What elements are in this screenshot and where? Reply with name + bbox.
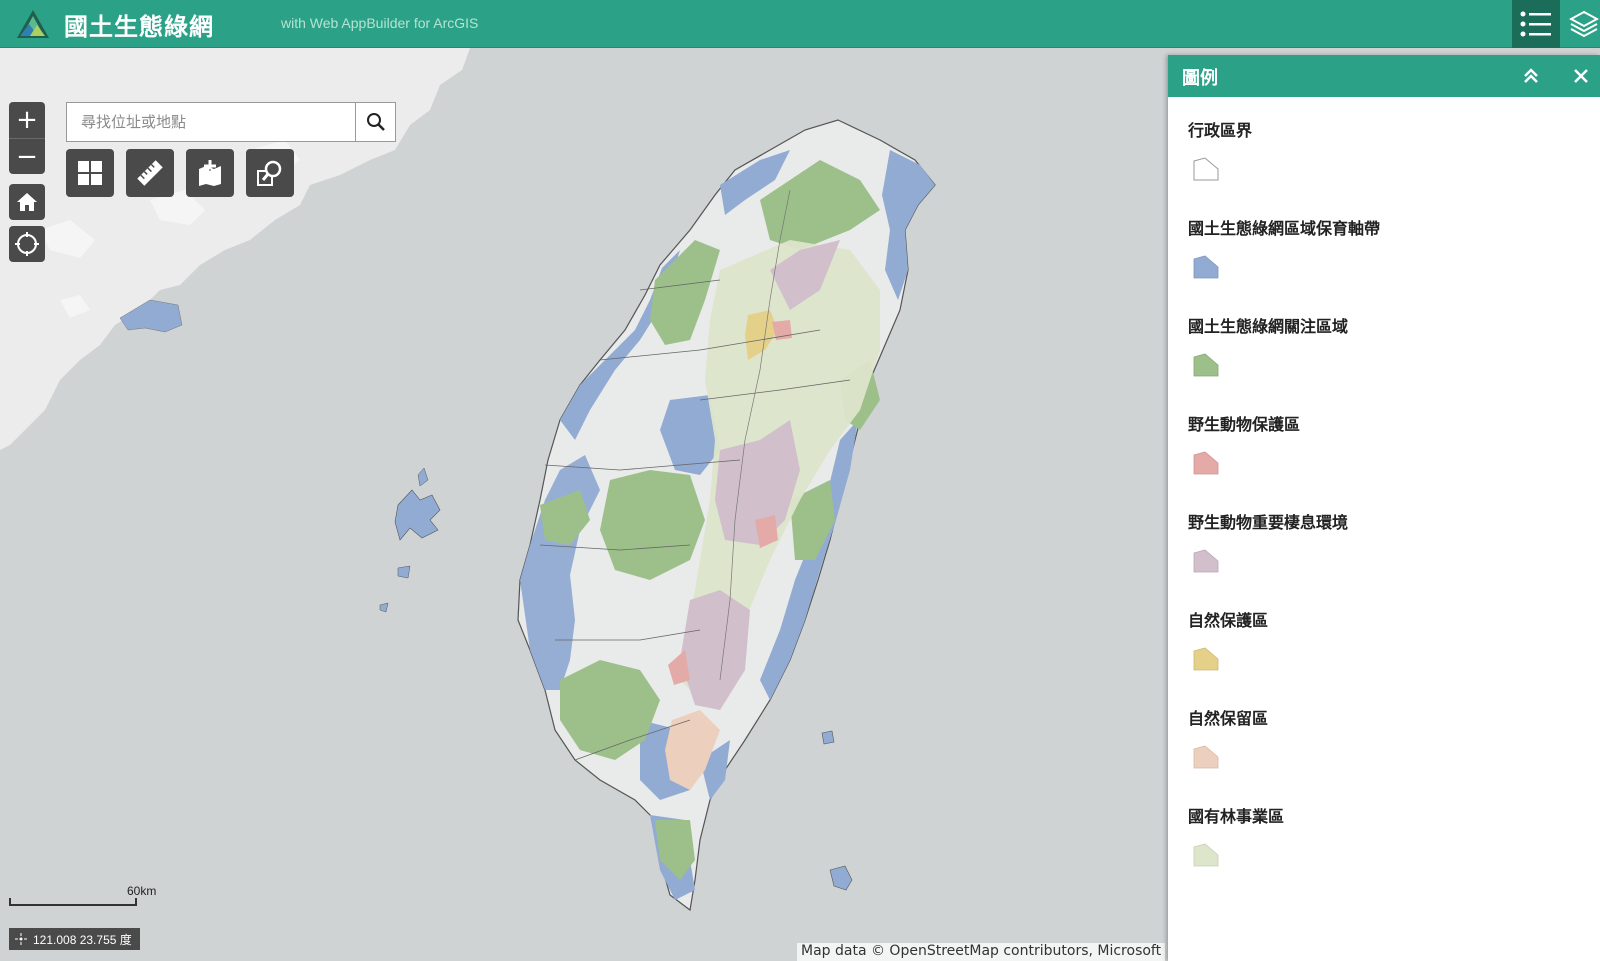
add-data-button[interactable] <box>186 149 234 197</box>
app-subtitle: with Web AppBuilder for ArcGIS <box>281 15 479 31</box>
add-data-icon <box>199 160 221 186</box>
legend-item: 自然保留區 <box>1188 707 1588 805</box>
legend-list: 行政區界 國土生態綠網區域保育軸帶 國土生態綠網關注區域 野生動物保護區 野生動… <box>1188 119 1588 903</box>
legend-item-label: 行政區界 <box>1188 121 1253 140</box>
search-icon <box>366 113 385 131</box>
query-icon <box>257 160 282 186</box>
close-icon[interactable] <box>1572 67 1590 85</box>
app-title: 國土生態綠網 <box>64 13 214 41</box>
legend-swatch <box>1193 353 1219 377</box>
legend-swatch <box>1193 745 1219 769</box>
legend-item: 國土生態綠網區域保育軸帶 <box>1188 217 1588 315</box>
basemap-gallery-icon <box>78 161 102 185</box>
legend-item: 自然保護區 <box>1188 609 1588 707</box>
scale-bar <box>9 898 137 906</box>
zoom-control: + − <box>9 102 45 174</box>
locate-icon <box>15 232 39 256</box>
my-location-button[interactable] <box>9 226 45 262</box>
chevron-up-icon[interactable] <box>1521 67 1541 85</box>
legend-item: 行政區界 <box>1188 119 1588 217</box>
coordinate-text: 121.008 23.755 度 <box>33 933 132 947</box>
query-button[interactable] <box>246 149 294 197</box>
plus-icon: + <box>16 105 38 135</box>
legend-item-label: 國有林事業區 <box>1188 807 1285 826</box>
legend-item: 國有林事業區 <box>1188 805 1588 903</box>
zoom-out-button[interactable]: − <box>9 138 45 174</box>
legend-swatch <box>1193 549 1219 573</box>
legend-swatch <box>1193 157 1219 181</box>
legend-swatch <box>1193 255 1219 279</box>
layer-list-button[interactable] <box>1560 0 1600 48</box>
list-icon <box>1520 11 1551 37</box>
search-widget <box>66 102 396 142</box>
basemap-gallery-button[interactable] <box>66 149 114 197</box>
legend-item-label: 野生動物重要棲息環境 <box>1188 513 1349 532</box>
home-button[interactable] <box>9 184 45 220</box>
legend-swatch <box>1193 647 1219 671</box>
measurement-icon <box>137 160 163 186</box>
legend-item: 野生動物重要棲息環境 <box>1188 511 1588 609</box>
legend-item: 野生動物保護區 <box>1188 413 1588 511</box>
legend-swatch <box>1193 451 1219 475</box>
legend-swatch <box>1193 843 1219 867</box>
legend-item-label: 自然保護區 <box>1188 611 1269 630</box>
legend-item-label: 國土生態綠網區域保育軸帶 <box>1188 219 1381 238</box>
legend-widget-button[interactable] <box>1512 0 1560 48</box>
legend-item-label: 野生動物保護區 <box>1188 415 1301 434</box>
search-input[interactable] <box>67 103 355 141</box>
app-logo-icon <box>17 10 49 38</box>
legend-panel: 圖例 行政區界 國土生態綠網區域保育軸帶 國土生態綠網關注區域 野生動物保護區 … <box>1168 55 1600 961</box>
legend-panel-title: 圖例 <box>1182 68 1218 89</box>
search-button[interactable] <box>355 103 395 141</box>
legend-item-label: 國土生態綠網關注區域 <box>1188 317 1349 336</box>
crosshair-icon <box>15 933 27 945</box>
scale-label: 60km <box>127 884 157 898</box>
measurement-button[interactable] <box>126 149 174 197</box>
minus-icon: − <box>16 141 38 172</box>
legend-item: 國土生態綠網關注區域 <box>1188 315 1588 413</box>
coordinate-display[interactable]: 121.008 23.755 度 <box>9 928 140 950</box>
map-attribution: Map data © OpenStreetMap contributors, M… <box>797 943 1166 961</box>
layers-icon <box>1569 10 1599 38</box>
map-view[interactable]: + − 尋找位址或地點 60km 121.008 23.755 度 Map da… <box>0 48 1170 961</box>
zoom-in-button[interactable]: + <box>9 102 45 138</box>
home-icon <box>17 193 37 211</box>
map-canvas <box>0 48 936 912</box>
legend-item-label: 自然保留區 <box>1188 709 1269 728</box>
app-header: 國土生態綠網 with Web AppBuilder for ArcGIS <box>0 0 1600 48</box>
legend-panel-header: 圖例 <box>1168 55 1600 97</box>
